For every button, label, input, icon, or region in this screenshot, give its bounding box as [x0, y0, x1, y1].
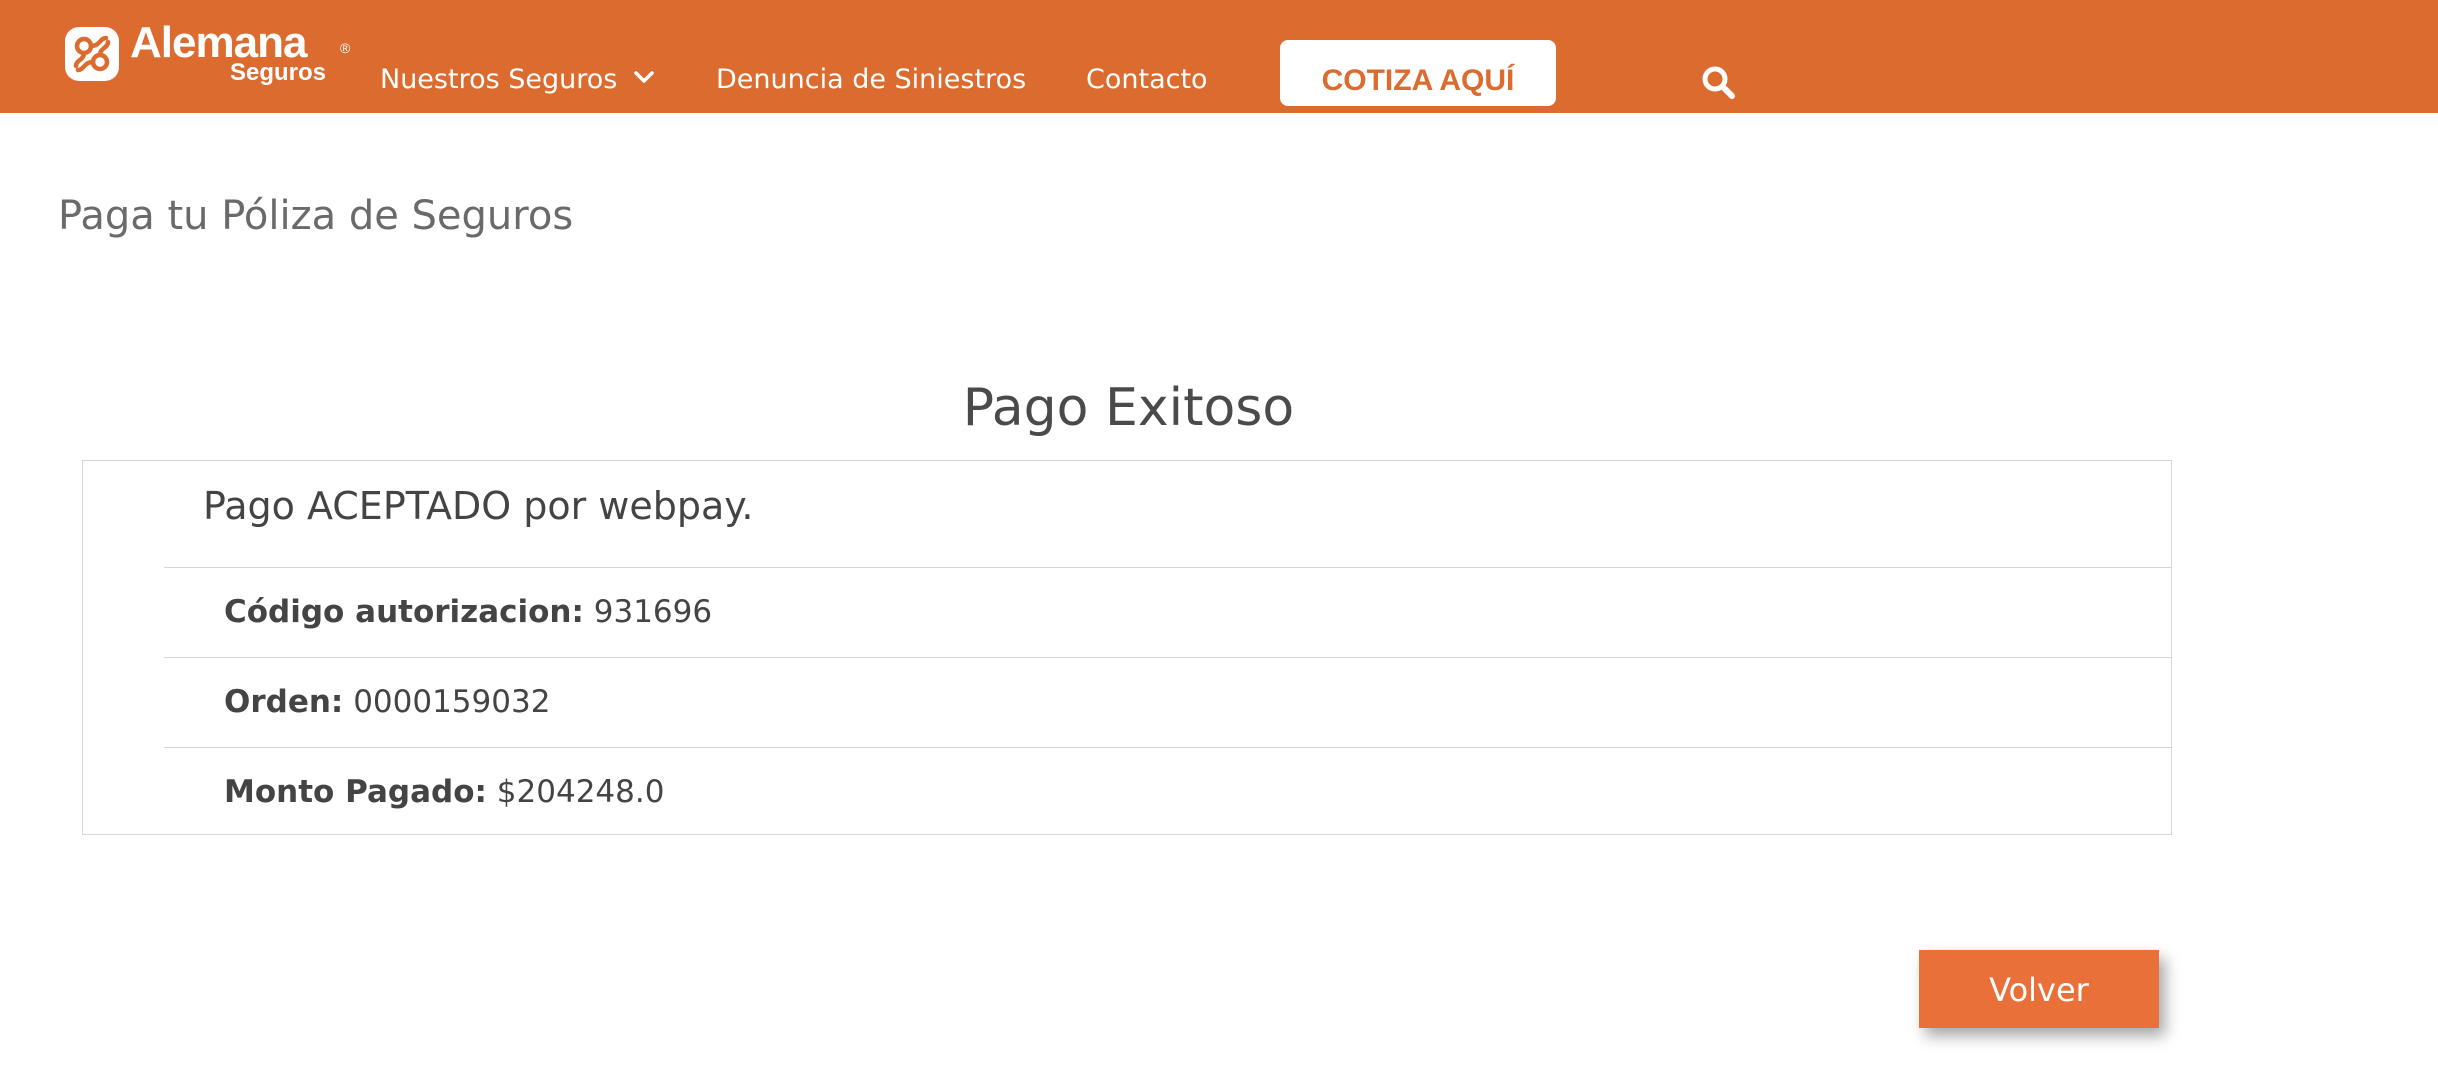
- order-value: 0000159032: [353, 684, 551, 720]
- nav-contacto[interactable]: Contacto: [1086, 64, 1208, 95]
- page-title: Paga tu Póliza de Seguros: [58, 193, 574, 239]
- divider: [164, 567, 2171, 568]
- cotiza-aqui-button[interactable]: COTIZA AQUÍ: [1280, 40, 1556, 106]
- amount-paid-row: Monto Pagado: $204248.0: [224, 774, 664, 810]
- divider: [164, 747, 2171, 748]
- authorization-code-label: Código autorizacion:: [224, 594, 584, 630]
- site-header: Alemana ® Seguros Nuestros Seguros Denun…: [0, 0, 2438, 113]
- nav-nuestros-seguros-label: Nuestros Seguros: [380, 64, 618, 95]
- amount-paid-value: $204248.0: [496, 774, 665, 810]
- chevron-down-icon: [634, 70, 654, 83]
- payment-result-panel: Pago ACEPTADO por webpay. Código autoriz…: [82, 460, 2172, 835]
- alemana-seguros-logo[interactable]: Alemana ® Seguros: [64, 18, 364, 92]
- logo-subtitle: Seguros: [230, 59, 327, 86]
- payment-status-message: Pago ACEPTADO por webpay.: [203, 484, 754, 528]
- alemana-logo-icon: [65, 27, 119, 81]
- authorization-code-value: 931696: [593, 594, 713, 630]
- divider: [164, 657, 2171, 658]
- payment-result-heading: Pago Exitoso: [962, 378, 1295, 438]
- logo-registered-mark: ®: [340, 40, 351, 56]
- volver-button[interactable]: Volver: [1919, 950, 2159, 1028]
- nav-denuncia-de-siniestros[interactable]: Denuncia de Siniestros: [716, 64, 1026, 95]
- order-label: Orden:: [224, 684, 344, 720]
- order-row: Orden: 0000159032: [224, 684, 550, 720]
- authorization-code-row: Código autorizacion: 931696: [224, 594, 712, 630]
- nav-nuestros-seguros[interactable]: Nuestros Seguros: [380, 64, 656, 95]
- search-icon[interactable]: [1700, 64, 1736, 100]
- amount-paid-label: Monto Pagado:: [224, 774, 487, 810]
